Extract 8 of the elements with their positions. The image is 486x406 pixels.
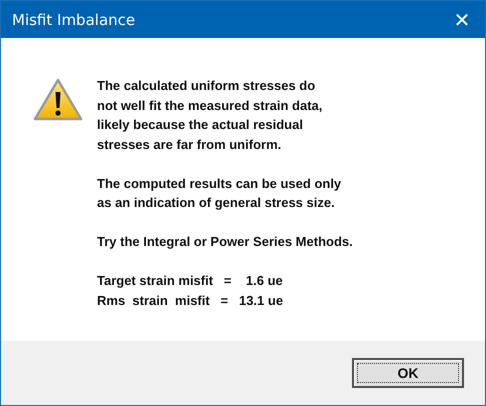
- message-text: Target strain misfit = 1.6 ue Rms strain misfit = 13.1 ue: [97, 272, 284, 310]
- window-title: Misfit Imbalance: [12, 10, 136, 28]
- close-button[interactable]: ✕: [439, 1, 485, 38]
- message-text: The computed results can be used only as an indication of general stress size.: [97, 174, 342, 212]
- message-text: Try the Integral or Power Series Methods.: [97, 233, 353, 251]
- message-text: The calculated uniform stresses do not well fit the measured strain data, likely because the actual residual stresses are far from uniform.: [97, 77, 324, 154]
- warning-icon: [33, 78, 83, 122]
- ok-button[interactable]: OK: [352, 358, 464, 388]
